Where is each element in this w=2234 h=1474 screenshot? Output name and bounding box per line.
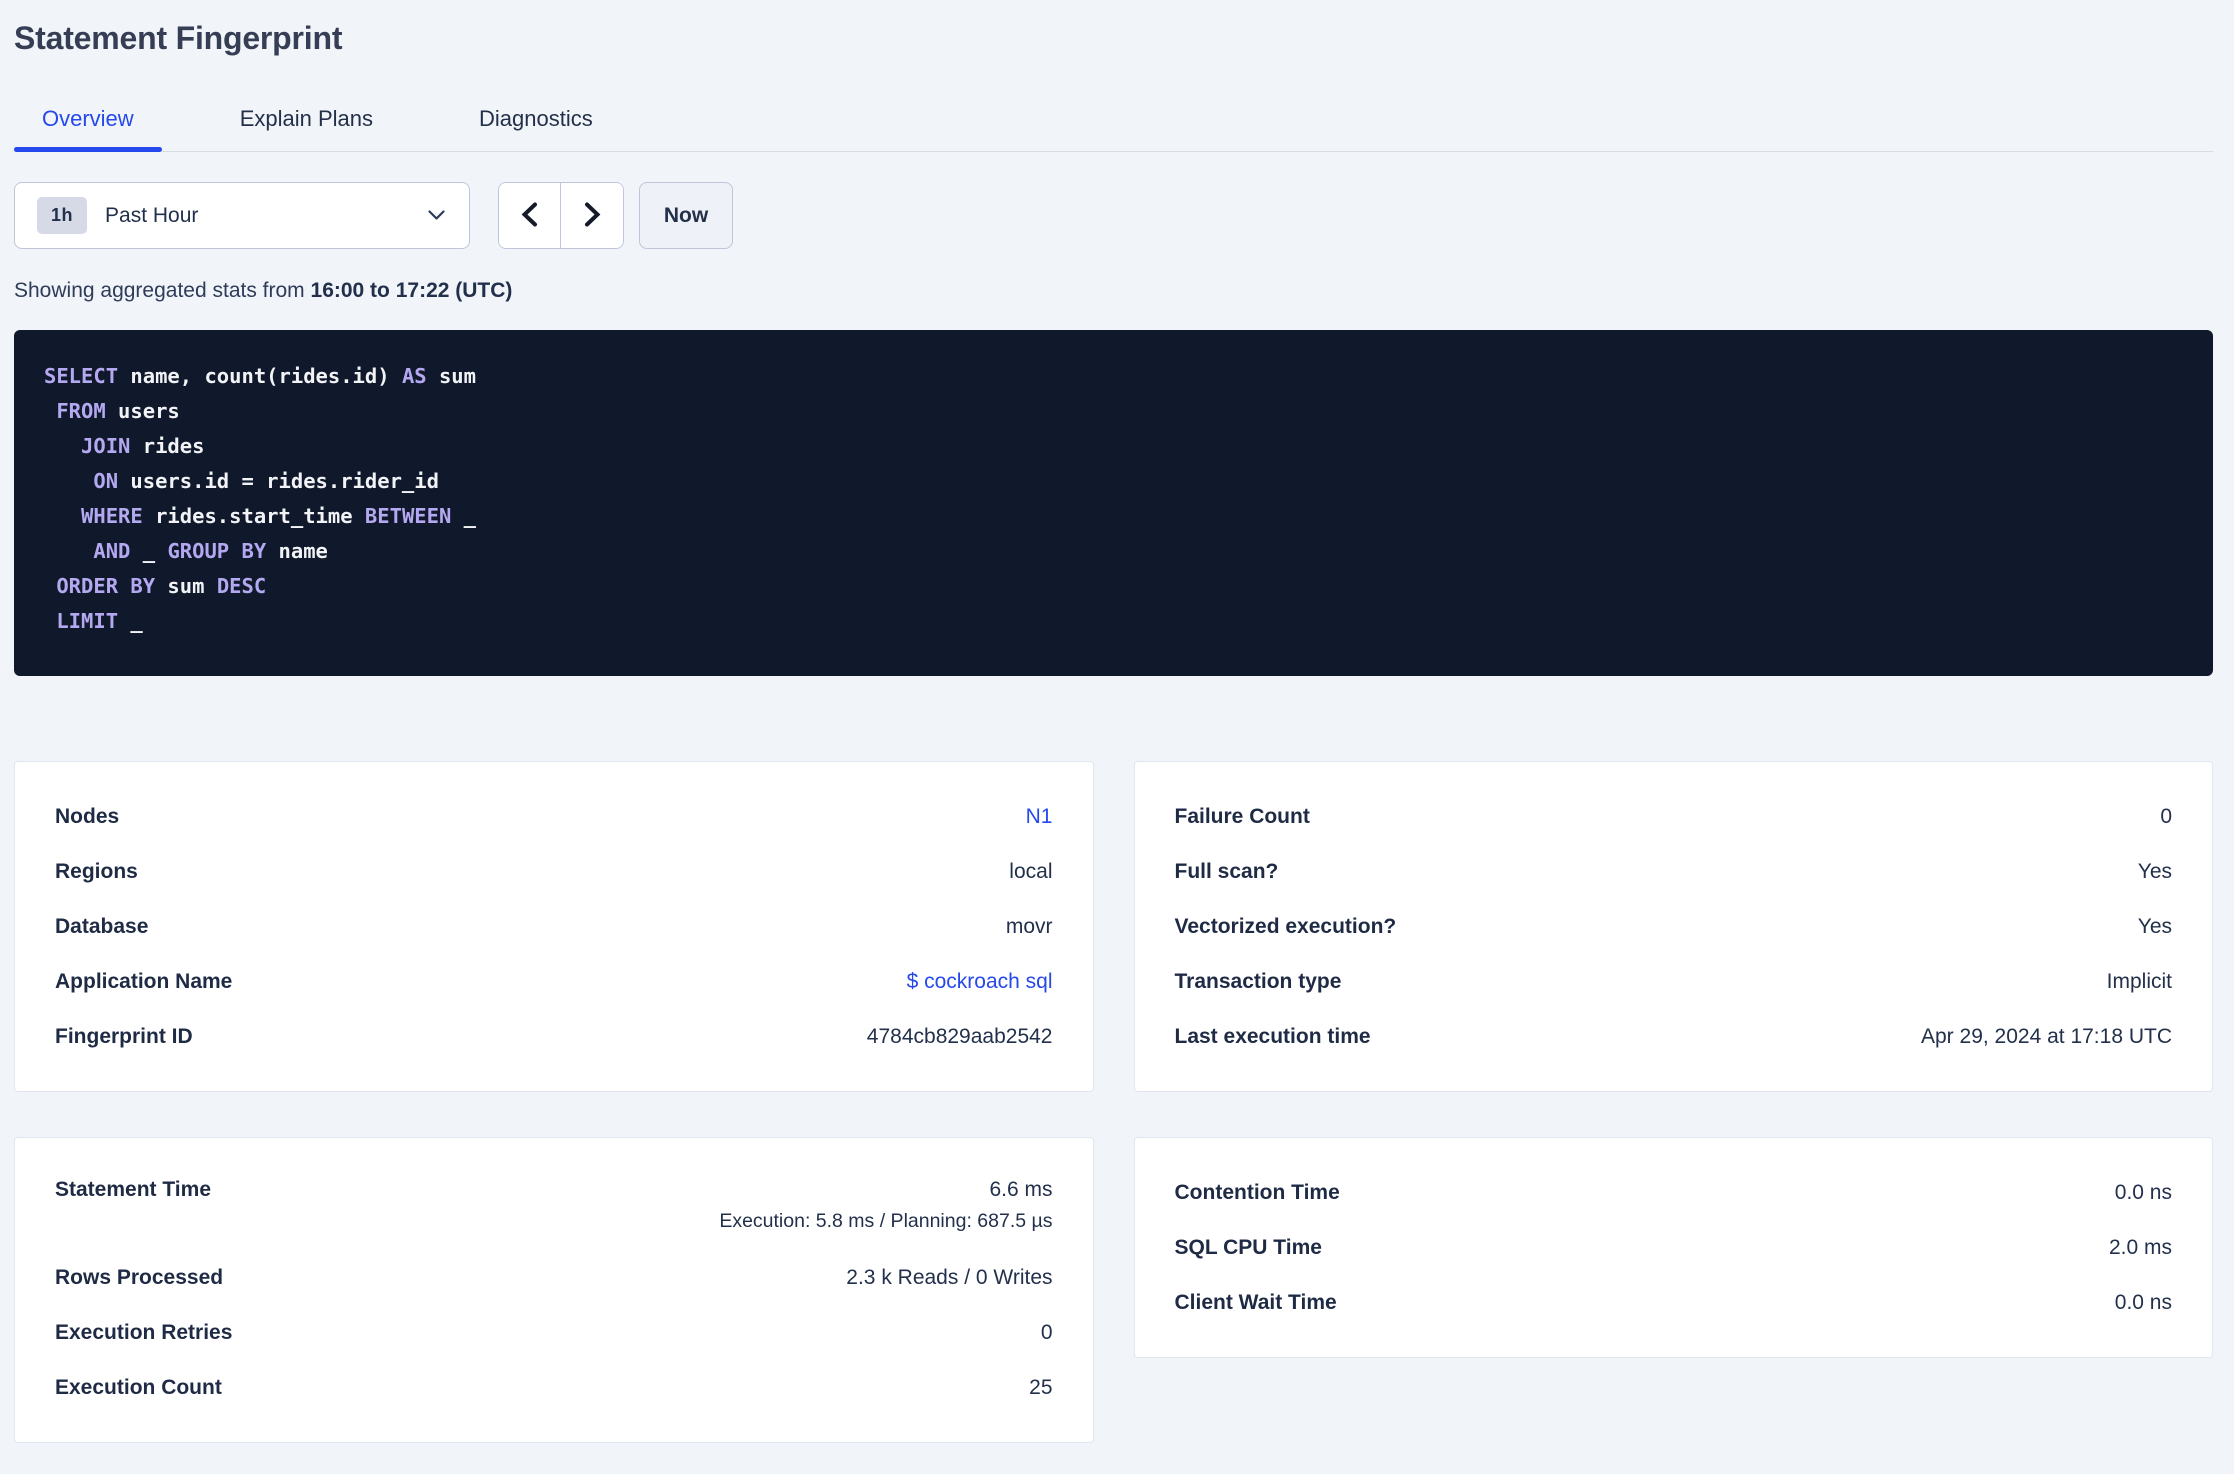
execution-stats-card-left: Statement Time 6.6 ms Execution: 5.8 ms / … (14, 1137, 1094, 1443)
stat-value: 25 (1029, 1375, 1053, 1399)
tab-explain-plans[interactable]: Explain Plans (212, 106, 401, 151)
stat-row: Full scan? Yes (1175, 844, 2173, 899)
stat-value: 2.0 ms (2108, 1235, 2172, 1259)
tab-label: Diagnostics (479, 106, 593, 131)
tab-bar: Overview Explain Plans Diagnostics (14, 106, 2213, 152)
stat-value: 4784cb829aab2542 (866, 1024, 1053, 1048)
stat-value-link[interactable]: N1 (1026, 805, 1053, 828)
summary-cards: Nodes N1 Regions local Database movr Applicati… (14, 761, 2213, 1443)
summary-range: 16:00 to 17:22 (UTC) (310, 279, 513, 302)
stat-label: Vectorized execution? (1174, 914, 1397, 938)
stat-row: Application Name $ cockroach sql (55, 954, 1053, 1009)
stat-row: Statement Time 6.6 ms Execution: 5.8 ms / … (55, 1165, 1053, 1250)
sql-line: AND _ GROUP BY name (93, 539, 328, 563)
sql-line: SELECT name, count(rides.id) AS sum (44, 364, 476, 388)
stat-label: Transaction type (1174, 969, 1342, 993)
sql-line: ON users.id = rides.rider_id (93, 469, 439, 493)
stat-row: Vectorized execution? Yes (1175, 899, 2173, 954)
stat-row: Execution Retries 0 (55, 1305, 1053, 1360)
sql-line: LIMIT _ (56, 609, 143, 633)
stat-label: Execution Retries (55, 1320, 233, 1344)
stat-value: 0 (1040, 1320, 1053, 1344)
sql-line: FROM users (56, 399, 180, 423)
stat-row: Transaction type Implicit (1175, 954, 2173, 1009)
tab-label: Overview (42, 106, 134, 131)
stat-value: movr (1005, 914, 1053, 938)
time-range-badge: 1h (37, 197, 88, 234)
stat-value: 2.3 k Reads / 0 Writes (846, 1265, 1053, 1289)
stat-row: Fingerprint ID 4784cb829aab2542 (55, 1009, 1053, 1064)
stat-subvalue: Execution: 5.8 ms / Planning: 687.5 µs (719, 1210, 1053, 1232)
stat-row: Nodes N1 (55, 789, 1053, 844)
summary-prefix: Showing aggregated stats from (14, 279, 305, 302)
overview-details-card-right: Failure Count 0 Full scan? Yes Vectorized ex… (1133, 761, 2213, 1092)
sql-line: WHERE rides.start_time BETWEEN _ (81, 504, 477, 528)
stat-label: Failure Count (1174, 804, 1310, 828)
sql-statement-box: SELECT name, count(rides.id) AS sum FROM… (14, 330, 2213, 676)
stat-value: 0.0 ns (2114, 1180, 2172, 1204)
stat-row: SQL CPU Time 2.0 ms (1175, 1220, 2173, 1275)
stat-value: local (1009, 859, 1053, 883)
page-title: Statement Fingerprint (14, 20, 343, 56)
stat-row: Client Wait Time 0.0 ns (1175, 1275, 2173, 1330)
aggregated-stats-summary: Showing aggregated stats from 16:00 to 1… (14, 279, 2213, 303)
time-range-arrows (498, 182, 624, 249)
stat-row: Contention Time 0.0 ns (1175, 1165, 2173, 1220)
stat-row: Database movr (55, 899, 1053, 954)
now-button[interactable]: Now (639, 182, 733, 249)
statement-fingerprint-page: Statement Fingerprint Overview Explain Pl… (0, 16, 2234, 1443)
chevron-right-icon (584, 202, 601, 230)
time-range-value: Past Hour (105, 203, 199, 227)
stat-label: Database (55, 914, 149, 938)
stat-row: Execution Count 25 (55, 1360, 1053, 1415)
sql-line: JOIN rides (81, 434, 205, 458)
execution-stats-card-right: Contention Time 0.0 ns SQL CPU Time 2.0 ms C… (1133, 1137, 2213, 1358)
stat-value: Yes (2137, 914, 2172, 938)
stat-value: 6.6 ms (989, 1178, 1053, 1201)
chevron-down-icon (428, 210, 445, 220)
stat-row: Failure Count 0 (1175, 789, 2173, 844)
chevron-left-icon (521, 202, 538, 230)
sql-line: ORDER BY sum DESC (56, 574, 267, 598)
stat-row: Last execution time Apr 29, 2024 at 17:18… (1175, 1009, 2173, 1064)
stat-label: Regions (55, 859, 138, 883)
stat-value: 0 (2160, 804, 2172, 828)
stat-label: SQL CPU Time (1174, 1235, 1322, 1259)
stat-row: Regions local (55, 844, 1053, 899)
stat-label: Last execution time (1174, 1024, 1371, 1048)
stat-row: Rows Processed 2.3 k Reads / 0 Writes (55, 1250, 1053, 1305)
time-toolbar: 1h Past Hour Now (14, 182, 2213, 249)
tab-label: Explain Plans (239, 106, 373, 131)
stat-label: Application Name (55, 969, 233, 993)
time-range-select[interactable]: 1h Past Hour (14, 182, 470, 249)
prev-range-button[interactable] (499, 183, 561, 248)
stat-label: Nodes (55, 804, 120, 828)
stat-value: Apr 29, 2024 at 17:18 UTC (1921, 1024, 2172, 1048)
stat-label: Statement Time (55, 1178, 211, 1201)
stat-value: Yes (2137, 859, 2172, 883)
stat-label: Fingerprint ID (55, 1024, 193, 1048)
overview-details-card-left: Nodes N1 Regions local Database movr Applicati… (14, 761, 1094, 1092)
tab-overview[interactable]: Overview (14, 106, 162, 152)
stat-label: Execution Count (55, 1375, 222, 1399)
stat-label: Full scan? (1174, 859, 1279, 883)
stat-value-link[interactable]: $ cockroach sql (907, 970, 1053, 993)
stat-value: Implicit (2106, 969, 2172, 993)
tab-diagnostics[interactable]: Diagnostics (451, 106, 621, 151)
stat-label: Contention Time (1174, 1180, 1340, 1204)
next-range-button[interactable] (561, 183, 623, 248)
stat-label: Client Wait Time (1174, 1290, 1337, 1314)
stat-label: Rows Processed (55, 1265, 224, 1289)
stat-value: 0.0 ns (2114, 1290, 2172, 1314)
